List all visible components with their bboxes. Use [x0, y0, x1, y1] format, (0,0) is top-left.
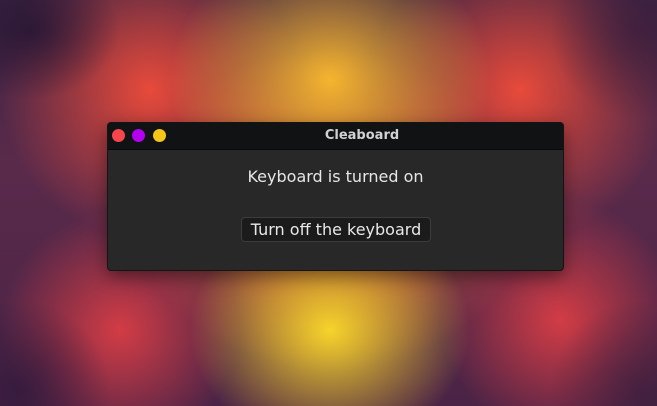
- title-bar[interactable]: Cleaboard: [108, 123, 563, 150]
- window-content: Keyboard is turned on Turn off the keybo…: [108, 150, 563, 270]
- app-window: Cleaboard Keyboard is turned on Turn off…: [107, 122, 564, 271]
- toggle-keyboard-button[interactable]: Turn off the keyboard: [241, 217, 431, 242]
- window-title: Cleaboard: [324, 128, 400, 143]
- keyboard-status-label: Keyboard is turned on: [247, 167, 424, 186]
